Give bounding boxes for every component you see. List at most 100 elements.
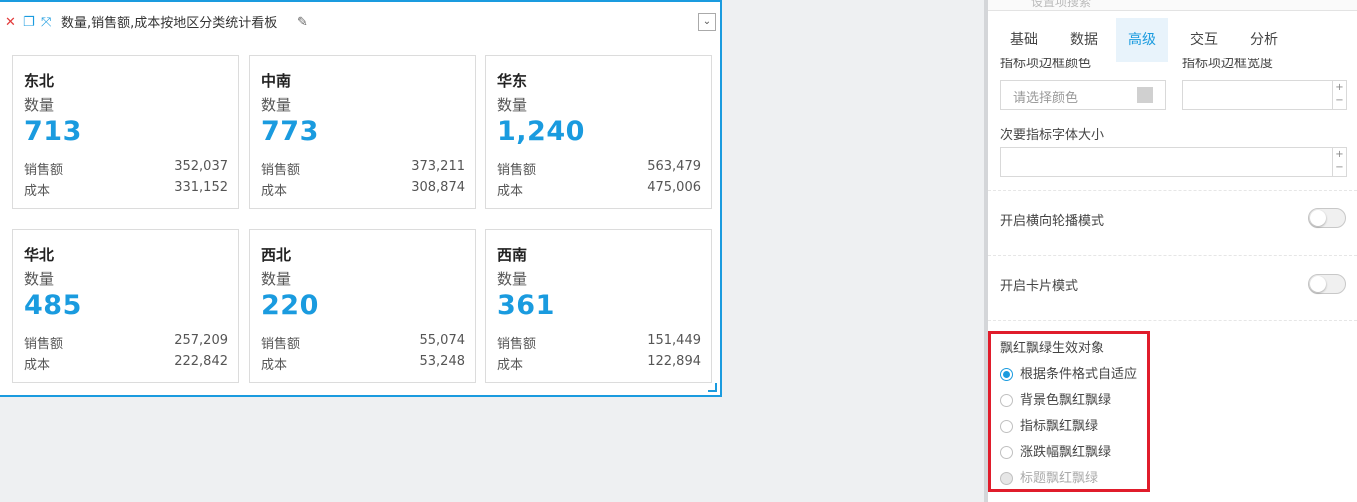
widget-title: 数量,销售额,成本按地区分类统计看板 <box>61 16 278 31</box>
row-label: 销售额 <box>497 163 537 178</box>
card-region: 华北 <box>24 246 55 264</box>
row-value: 53,248 <box>419 354 466 369</box>
card-row-cost: 成本 308,874 <box>261 180 465 199</box>
card-row-sales: 销售额 352,037 <box>24 159 228 178</box>
row-label: 销售额 <box>24 337 64 352</box>
row-value: 122,894 <box>647 354 701 369</box>
close-icon[interactable]: ✕ <box>5 15 16 31</box>
card-region: 华东 <box>497 72 528 90</box>
row-label: 销售额 <box>24 163 64 178</box>
tab-interaction[interactable]: 交互 <box>1180 18 1228 62</box>
tab-analysis[interactable]: 分析 <box>1240 18 1288 62</box>
row-label: 成本 <box>24 184 51 199</box>
card-row-sales: 销售额 55,074 <box>261 333 465 352</box>
color-swatch[interactable] <box>1137 87 1153 103</box>
row-value: 331,152 <box>174 180 228 195</box>
card-region: 西南 <box>497 246 528 264</box>
card-mode-toggle[interactable] <box>1308 274 1346 294</box>
settings-search-input[interactable]: 设置项搜索 <box>988 0 1357 11</box>
row-label: 成本 <box>261 184 288 199</box>
card-row-sales: 销售额 257,209 <box>24 333 228 352</box>
radio-unchecked-icon[interactable] <box>1000 420 1013 433</box>
row-label: 销售额 <box>261 337 301 352</box>
secondary-font-spinner[interactable]: + − <box>1332 148 1346 176</box>
divider <box>988 320 1357 321</box>
card-metric-label: 数量 <box>261 96 292 114</box>
copy-icon[interactable]: ❐ <box>23 15 35 31</box>
dashboard-widget: ✕ ❐ ⤧ 数量,销售额,成本按地区分类统计看板 ✎ ⌄ 东北 数量 713 销… <box>0 0 722 397</box>
card-metric-label: 数量 <box>497 270 528 288</box>
kpi-card: 西北 数量 220 销售额 55,074 成本 53,248 <box>249 229 476 383</box>
border-width-input[interactable]: + − <box>1182 80 1347 110</box>
red-green-title: 飘红飘绿生效对象 <box>1000 341 1105 356</box>
border-width-label: 指标项边框宽度 <box>1182 58 1274 70</box>
radio-unchecked-icon[interactable] <box>1000 446 1013 459</box>
carousel-label: 开启横向轮播模式 <box>1000 214 1105 229</box>
spinner-down-icon[interactable]: − <box>1333 161 1346 174</box>
widget-header: ✕ ❐ ⤧ 数量,销售额,成本按地区分类统计看板 ✎ ⌄ <box>0 2 720 44</box>
card-region: 东北 <box>24 72 55 90</box>
tab-advanced[interactable]: 高级 <box>1116 18 1168 62</box>
widget-dropdown-button[interactable]: ⌄ <box>698 13 716 31</box>
row-label: 成本 <box>497 358 524 373</box>
row-value: 151,449 <box>647 333 701 348</box>
card-row-cost: 成本 222,842 <box>24 354 228 373</box>
kpi-card: 东北 数量 713 销售额 352,037 成本 331,152 <box>12 55 239 209</box>
card-region: 西北 <box>261 246 292 264</box>
row-label: 成本 <box>24 358 51 373</box>
border-width-spinner[interactable]: + − <box>1332 81 1346 109</box>
card-mode-label: 开启卡片模式 <box>1000 279 1079 294</box>
radio-label: 根据条件格式自适应 <box>1020 367 1138 382</box>
card-row-sales: 销售额 563,479 <box>497 159 701 178</box>
search-placeholder: 设置项搜索 <box>1031 0 1092 9</box>
card-value: 485 <box>24 290 82 321</box>
expand-icon[interactable]: ⤧ <box>41 15 51 31</box>
row-value: 257,209 <box>174 333 228 348</box>
spinner-down-icon[interactable]: − <box>1333 94 1346 107</box>
carousel-toggle[interactable] <box>1308 208 1346 228</box>
card-value: 361 <box>497 290 555 321</box>
resize-handle[interactable] <box>708 383 717 392</box>
color-placeholder: 请选择颜色 <box>1013 91 1079 106</box>
card-row-cost: 成本 331,152 <box>24 180 228 199</box>
settings-panel: 设置项搜索 基础 数据 高级 交互 分析 指标项边框颜色 指标项边框宽度 请选择… <box>984 0 1357 502</box>
row-label: 成本 <box>497 184 524 199</box>
secondary-font-size-input[interactable]: + − <box>1000 147 1347 177</box>
secondary-font-label: 次要指标字体大小 <box>1000 128 1105 143</box>
row-value: 563,479 <box>647 159 701 174</box>
radio-unchecked-icon[interactable] <box>1000 394 1013 407</box>
kpi-card: 西南 数量 361 销售额 151,449 成本 122,894 <box>485 229 712 383</box>
kpi-card: 中南 数量 773 销售额 373,211 成本 308,874 <box>249 55 476 209</box>
card-metric-label: 数量 <box>261 270 292 288</box>
edit-pencil-icon[interactable]: ✎ <box>297 15 308 30</box>
spinner-up-icon[interactable]: + <box>1333 148 1346 161</box>
radio-label: 背景色飘红飘绿 <box>1020 393 1112 408</box>
tab-basic[interactable]: 基础 <box>1000 18 1048 62</box>
radio-checked-icon[interactable] <box>1000 368 1013 381</box>
radio-label: 指标飘红飘绿 <box>1020 419 1099 434</box>
settings-tabs: 基础 数据 高级 交互 分析 <box>988 18 1357 62</box>
row-value: 308,874 <box>411 180 465 195</box>
divider <box>988 190 1357 191</box>
row-value: 475,006 <box>647 180 701 195</box>
toggle-knob <box>1310 276 1326 292</box>
border-color-label: 指标项边框颜色 <box>1000 58 1092 70</box>
tab-data[interactable]: 数据 <box>1060 18 1108 62</box>
card-metric-label: 数量 <box>24 270 55 288</box>
card-metric-label: 数量 <box>24 96 55 114</box>
kpi-card: 华北 数量 485 销售额 257,209 成本 222,842 <box>12 229 239 383</box>
kpi-card: 华东 数量 1,240 销售额 563,479 成本 475,006 <box>485 55 712 209</box>
toggle-knob <box>1310 210 1326 226</box>
row-value: 55,074 <box>419 333 466 348</box>
card-row-cost: 成本 122,894 <box>497 354 701 373</box>
border-color-picker[interactable]: 请选择颜色 <box>1000 80 1166 110</box>
card-row-sales: 销售额 373,211 <box>261 159 465 178</box>
card-value: 713 <box>24 116 82 147</box>
row-label: 销售额 <box>261 163 301 178</box>
card-value: 773 <box>261 116 319 147</box>
spinner-up-icon[interactable]: + <box>1333 81 1346 94</box>
row-label: 成本 <box>261 358 288 373</box>
divider <box>988 255 1357 256</box>
radio-disabled-icon <box>1000 472 1013 485</box>
card-value: 220 <box>261 290 319 321</box>
